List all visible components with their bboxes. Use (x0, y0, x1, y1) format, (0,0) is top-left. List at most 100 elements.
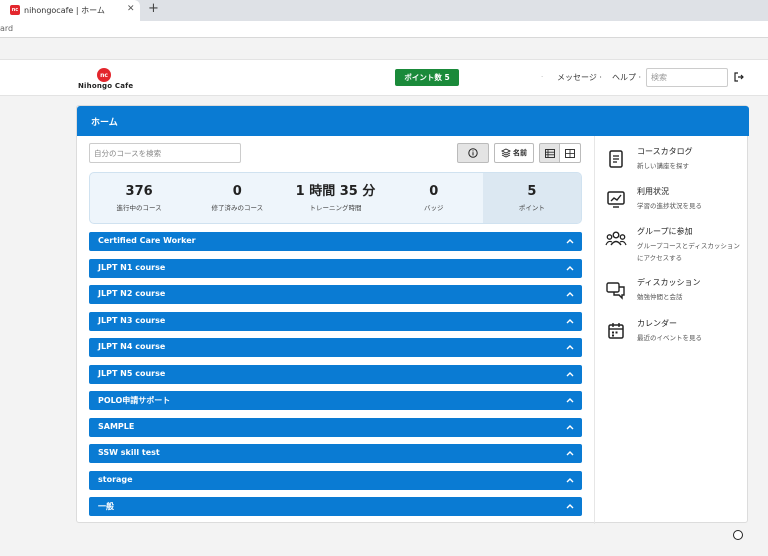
course-category-name: Certified Care Worker (98, 236, 196, 245)
stat-training-time[interactable]: 1 時間 35 分 トレーニング時間 (286, 173, 384, 223)
stat-in-progress[interactable]: 376 進行中のコース (90, 173, 188, 223)
home-card: ホーム 名前 376 進 (76, 105, 749, 524)
stat-completed[interactable]: 0 修了済みのコース (188, 173, 286, 223)
grid-view-icon (565, 148, 575, 158)
course-category-row[interactable]: JLPT N1 course (89, 258, 582, 278)
help-link[interactable]: ヘルプ · (612, 72, 641, 83)
stat-label: ポイント (518, 204, 545, 212)
course-category-row[interactable]: storage (89, 470, 582, 490)
browser-tabstrip: nc nihongocafe | ホーム ✕ + (0, 0, 768, 21)
course-category-name: JLPT N2 course (98, 289, 166, 298)
course-category-row[interactable]: POLO申請サポート (89, 391, 582, 410)
sidebar-item-usage[interactable]: 利用状況 学習の進捗状況を見る (605, 186, 745, 218)
list-view-icon (544, 148, 555, 158)
course-category-name: JLPT N4 course (98, 342, 166, 351)
chevron-up-icon[interactable] (566, 450, 574, 456)
chevron-up-icon[interactable] (566, 291, 574, 297)
points-button[interactable]: ポイント数 5 (395, 69, 459, 86)
course-category-row[interactable]: SSW skill test (89, 444, 582, 463)
chat-icon (606, 282, 625, 300)
stat-label: バッジ (423, 204, 444, 212)
chevron-up-icon[interactable] (566, 344, 574, 350)
stats-panel: 376 進行中のコース 0 修了済みのコース 1 時間 35 分 トレーニング時… (89, 172, 582, 224)
stat-value: 0 (429, 184, 439, 199)
layers-icon (501, 148, 511, 158)
stat-label: トレーニング時間 (309, 204, 362, 212)
messages-link[interactable]: メッセージ · (557, 72, 602, 83)
search-input[interactable] (646, 68, 728, 87)
book-icon (609, 150, 623, 168)
site-header: nc Nihongo Cafe ポイント数 5 · メッセージ · ヘルプ · (0, 59, 768, 96)
browser-tab[interactable]: nc nihongocafe | ホーム ✕ (0, 0, 140, 21)
course-category-row[interactable]: JLPT N3 course (89, 311, 582, 331)
info-button[interactable] (457, 143, 489, 163)
logout-icon[interactable] (734, 72, 744, 82)
chevron-up-icon[interactable] (566, 238, 574, 244)
sidebar-item-desc: 新しい講座を探す (637, 162, 689, 170)
course-category-name: POLO申請サポート (98, 396, 171, 405)
stat-label: 進行中のコース (116, 204, 162, 212)
stat-value: 1 時間 35 分 (295, 184, 376, 199)
sidebar-item-desc: グループコースとディスカッションにアクセスする (637, 242, 740, 262)
tab-title: nihongocafe | ホーム (24, 6, 105, 15)
course-category-row[interactable]: JLPT N5 course (89, 364, 582, 384)
sort-label: 名前 (513, 149, 527, 157)
sidebar-item-title: カレンダー (637, 319, 677, 328)
stat-value: 5 (527, 184, 537, 199)
chevron-up-icon[interactable] (566, 265, 574, 271)
stat-value: 376 (125, 184, 153, 199)
sidebar-item-course-catalog[interactable]: コースカタログ 新しい講座を探す (605, 146, 745, 178)
page-title: ホーム (91, 118, 118, 128)
chevron-up-icon[interactable] (566, 371, 574, 377)
chart-icon (607, 191, 625, 208)
sort-button[interactable]: 名前 (494, 143, 534, 163)
course-search-input[interactable] (89, 143, 241, 163)
stat-value: 0 (232, 184, 242, 199)
chevron-up-icon[interactable] (566, 424, 574, 430)
close-tab-icon[interactable]: ✕ (127, 4, 135, 14)
bookmark-label[interactable]: ard (0, 24, 13, 33)
chevron-up-icon[interactable] (566, 397, 574, 403)
course-category-name: SAMPLE (98, 421, 135, 431)
course-category-name: JLPT N5 course (98, 368, 166, 378)
sidebar-item-discussion[interactable]: ディスカッション 勉強仲間と会話 (605, 277, 745, 309)
chevron-up-icon[interactable] (566, 477, 574, 483)
course-category-name: JLPT N3 course (98, 315, 166, 325)
logo-mark: nc (97, 68, 111, 82)
favicon-icon: nc (10, 5, 20, 15)
logo-text: Nihongo Cafe (78, 82, 134, 90)
sidebar-item-desc: 勉強仲間と会話 (637, 293, 683, 301)
stat-points[interactable]: 5 ポイント (482, 173, 581, 223)
course-category-row[interactable]: JLPT N4 course (89, 338, 582, 357)
course-category-row[interactable]: JLPT N2 course (89, 285, 582, 304)
sidebar-item-join-group[interactable]: グループに参加 グループコースとディスカッションにアクセスする (605, 226, 745, 270)
sidebar-item-title: コースカタログ (637, 147, 693, 156)
sidebar-item-desc: 学習の進捗状況を見る (637, 202, 702, 210)
new-tab-icon[interactable]: + (148, 1, 159, 16)
sidebar-item-title: グループに参加 (637, 227, 693, 236)
column-divider (594, 136, 595, 524)
sidebar-item-title: ディスカッション (637, 278, 701, 287)
accessibility-icon[interactable] (733, 530, 743, 540)
course-category-row[interactable]: 一般 (89, 497, 582, 516)
course-category-row[interactable]: Certified Care Worker (89, 232, 582, 251)
sidebar-item-title: 利用状況 (637, 187, 669, 196)
course-category-list: Certified Care Worker JLPT N1 course JLP… (89, 232, 582, 524)
site-logo[interactable]: nc Nihongo Cafe (78, 68, 138, 92)
course-category-name: 一般 (98, 502, 114, 511)
sidebar-item-desc: 最近のイベントを見る (637, 334, 702, 342)
chevron-up-icon[interactable] (566, 318, 574, 324)
course-category-name: storage (98, 474, 133, 484)
sidebar-item-calendar[interactable]: カレンダー 最近のイベントを見る (605, 318, 745, 350)
calendar-icon (608, 323, 624, 339)
stat-badges[interactable]: 0 バッジ (385, 173, 483, 223)
group-icon (605, 231, 627, 246)
course-category-row[interactable]: SAMPLE (89, 417, 582, 437)
chevron-up-icon[interactable] (566, 503, 574, 509)
bookmarks-bar: ard (0, 21, 768, 38)
course-category-name: SSW skill test (98, 448, 160, 457)
grid-view-toggle[interactable] (560, 143, 581, 163)
stat-label: 修了済みのコース (211, 204, 264, 212)
course-category-name: JLPT N1 course (98, 262, 166, 272)
list-view-toggle[interactable] (539, 143, 560, 163)
